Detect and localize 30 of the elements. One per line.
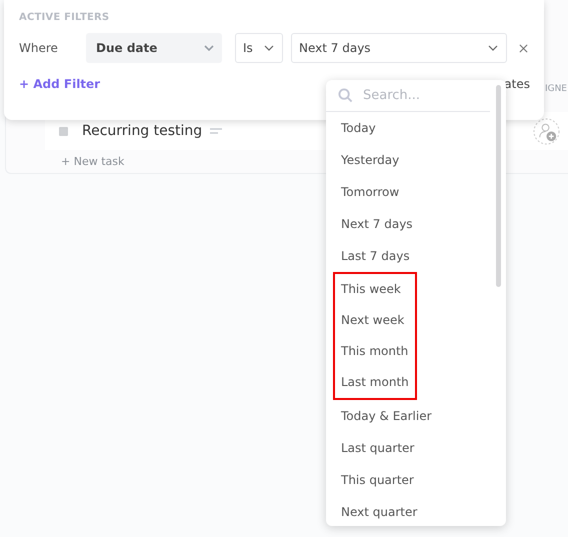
- task-name: Recurring testing: [82, 123, 202, 139]
- menu-item[interactable]: This month: [335, 336, 415, 367]
- menu-item[interactable]: Tomorrow: [326, 176, 491, 208]
- menu-item[interactable]: Next week: [335, 305, 415, 336]
- description-icon: [210, 128, 222, 134]
- status-icon: [59, 126, 68, 136]
- field-select[interactable]: Due date: [86, 33, 222, 63]
- menu-item[interactable]: This week: [335, 274, 415, 305]
- menu-item[interactable]: Last quarter: [326, 432, 491, 464]
- menu-item[interactable]: Next 7 days: [326, 208, 491, 240]
- chevron-down-icon: [488, 45, 498, 51]
- where-label: Where: [19, 41, 59, 55]
- menu-item[interactable]: Last month: [335, 367, 415, 398]
- templates-button[interactable]: ates: [504, 77, 530, 91]
- add-assignee-icon[interactable]: [533, 118, 560, 144]
- value-select[interactable]: Next 7 days: [291, 33, 507, 63]
- menu-item[interactable]: Today: [326, 112, 491, 144]
- chevron-down-icon: [204, 45, 214, 51]
- add-filter-button[interactable]: + Add Filter: [19, 77, 100, 91]
- menu-item[interactable]: Today & Earlier: [326, 400, 491, 432]
- chevron-down-icon: [264, 45, 274, 51]
- menu-item[interactable]: Next quarter: [326, 496, 491, 526]
- menu-item[interactable]: Last 7 days: [326, 240, 491, 272]
- search-icon: [338, 88, 353, 103]
- panel-title: ACTIVE FILTERS: [19, 12, 110, 23]
- operator-select[interactable]: Is: [235, 33, 283, 63]
- menu-item[interactable]: This quarter: [326, 464, 491, 496]
- column-header: IGNE: [544, 84, 567, 96]
- close-icon[interactable]: [519, 44, 528, 52]
- scrollbar[interactable]: [496, 85, 501, 287]
